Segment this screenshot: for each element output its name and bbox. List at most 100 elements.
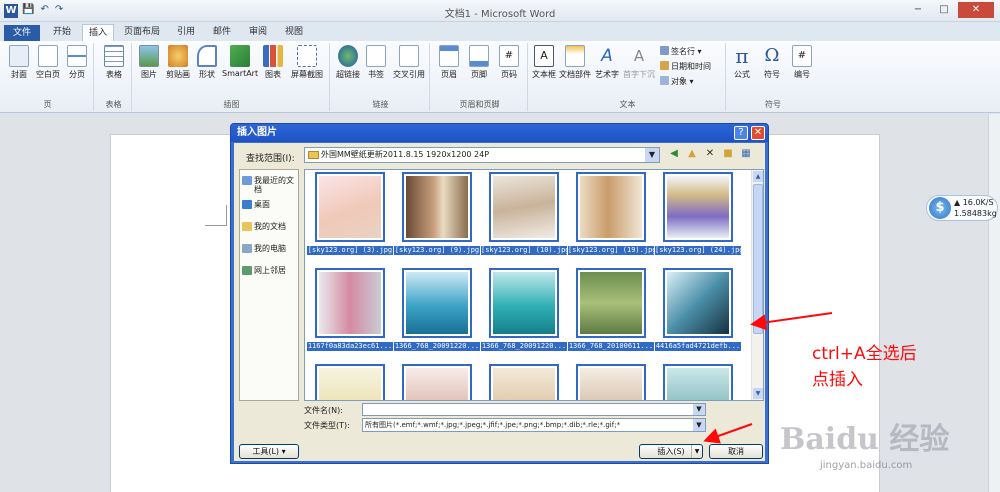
group-symbols: π 公式 Ω 符号 # 编号 符号: [728, 43, 818, 111]
close-button[interactable]: ✕: [958, 2, 994, 18]
wordart-icon: A: [601, 46, 613, 66]
window-title: 文档1 - Microsoft Word: [444, 9, 556, 20]
group-label-table: 表格: [105, 100, 122, 109]
scroll-up-icon[interactable]: ▲: [753, 171, 763, 182]
thumbnail-image: [319, 368, 381, 400]
up-folder-icon[interactable]: ▲: [686, 148, 698, 160]
new-folder-icon[interactable]: ■: [722, 148, 734, 160]
cover-page-button[interactable]: 封面: [6, 45, 32, 80]
tab-review[interactable]: 审阅: [242, 24, 274, 41]
cross-reference-button[interactable]: 交叉引用: [390, 45, 428, 80]
insert-button[interactable]: 插入(S) ▼: [639, 444, 703, 459]
maximize-button[interactable]: □: [932, 2, 956, 18]
file-name: 1366_768_20100611...: [568, 342, 654, 351]
picture-button[interactable]: 图片: [136, 45, 162, 80]
group-header-footer: 页眉 页脚 # 页码 页眉和页脚: [432, 43, 528, 111]
tools-button[interactable]: 工具(L) ▾: [239, 444, 299, 459]
blank-page-icon: [38, 45, 58, 67]
numbering-button[interactable]: # 编号: [788, 45, 816, 80]
back-icon[interactable]: ◀: [668, 148, 680, 160]
page-break-button[interactable]: 分页: [64, 45, 90, 80]
tab-home[interactable]: 开始: [46, 24, 78, 41]
filetype-select[interactable]: 所有图片(*.emf;*.wmf;*.jpg;*.jpeg;*.jfif;*.j…: [362, 418, 706, 432]
cross-reference-icon: [399, 45, 419, 67]
annotation-text: ctrl+A全选后 点插入: [812, 341, 917, 393]
filename-label: 文件名(N):: [304, 406, 343, 415]
chevron-down-icon[interactable]: ▼: [645, 148, 659, 162]
file-name: [sky123.org] (9).jpg: [394, 246, 480, 255]
place-desktop[interactable]: 桌面: [242, 200, 298, 209]
filename-field[interactable]: ▼: [362, 403, 706, 416]
place-my-computer[interactable]: 我的电脑: [242, 244, 298, 253]
delete-icon[interactable]: ✕: [704, 148, 716, 160]
object-button[interactable]: 对象 ▾: [660, 76, 694, 87]
hyperlink-button[interactable]: 超链接: [334, 45, 362, 80]
thumbnail: [576, 172, 646, 242]
signature-line-button[interactable]: 签名行 ▾: [660, 46, 702, 57]
file-list[interactable]: [sky123.org] (3).jpg [sky123.org] (9).jp…: [304, 169, 764, 401]
wordart-button[interactable]: A 艺术字: [592, 45, 622, 80]
clip-art-button[interactable]: 剪贴画: [164, 45, 192, 80]
insert-dropdown-icon[interactable]: ▼: [691, 445, 702, 458]
my-computer-icon: [242, 244, 252, 253]
drop-cap-button[interactable]: A 首字下沉: [622, 45, 656, 80]
bookmark-icon: [366, 45, 386, 67]
thumbnail: [663, 364, 733, 400]
scroll-down-icon[interactable]: ▼: [753, 388, 763, 399]
thumbnail-image: [493, 368, 555, 400]
thumbnail-image: [406, 368, 468, 400]
bookmark-button[interactable]: 书签: [364, 45, 388, 80]
help-button[interactable]: ?: [734, 126, 748, 140]
places-bar: 我最近的文档 桌面 我的文档 我的电脑 网上邻居: [239, 169, 299, 401]
chart-button[interactable]: 图表: [260, 45, 286, 80]
chevron-down-icon[interactable]: ▼: [693, 404, 705, 415]
group-illustrations: 图片 剪贴画 形状 SmartArt 图表 屏幕截图 插图: [134, 43, 330, 111]
cancel-button[interactable]: 取消: [709, 444, 763, 459]
text-box-button[interactable]: A 文本框: [530, 45, 558, 80]
scroll-thumb[interactable]: [753, 184, 763, 334]
place-my-documents[interactable]: 我的文档: [242, 222, 298, 231]
shapes-button[interactable]: 形状: [194, 45, 220, 80]
tab-references[interactable]: 引用: [170, 24, 202, 41]
date-time-button[interactable]: 日期和时间: [660, 61, 711, 72]
equation-button[interactable]: π 公式: [728, 45, 756, 80]
page-number-icon: #: [499, 45, 519, 67]
signature-icon: [660, 46, 669, 55]
place-network[interactable]: 网上邻居: [242, 266, 298, 275]
chevron-down-icon[interactable]: ▼: [693, 419, 705, 431]
thumbnail: [402, 268, 472, 338]
blank-page-button[interactable]: 空白页: [34, 45, 62, 80]
table-button[interactable]: 表格: [100, 45, 128, 80]
lookin-select[interactable]: 外国MM壁纸更新2011.8.15 1920x1200 24P ▼: [304, 147, 660, 163]
place-recent[interactable]: 我最近的文档: [242, 176, 298, 194]
title-bar: W 💾 ↶ ↷ 文档1 - Microsoft Word − □ ✕: [0, 0, 1000, 22]
group-label-text: 文本: [619, 100, 636, 109]
tab-insert[interactable]: 插入: [82, 24, 114, 41]
tab-view[interactable]: 视图: [278, 24, 310, 41]
net-speed-widget[interactable]: $ ▲ 16.0K/S 1.58483kg: [926, 195, 998, 221]
pi-icon: π: [735, 44, 749, 68]
page-number-button[interactable]: # 页码: [496, 45, 522, 80]
tab-page-layout[interactable]: 页面布局: [120, 24, 164, 41]
minimize-button[interactable]: −: [906, 2, 930, 18]
tab-file[interactable]: 文件: [4, 25, 40, 41]
file-list-scrollbar[interactable]: ▲ ▼: [751, 170, 763, 400]
file-name: [sky123.org] (3).jpg: [307, 246, 393, 255]
symbol-button[interactable]: Ω 符号: [758, 45, 786, 80]
upload-speed: ▲ 16.0K/S: [954, 198, 994, 207]
object-icon: [660, 76, 669, 85]
thumbnail-image: [580, 176, 642, 238]
smartart-button[interactable]: SmartArt: [222, 45, 258, 78]
views-icon[interactable]: ▦: [740, 148, 752, 160]
calendar-icon: [660, 61, 669, 70]
footer-icon: [469, 45, 489, 67]
dialog-close-button[interactable]: ✕: [751, 126, 765, 140]
screenshot-button[interactable]: 屏幕截图: [288, 45, 326, 80]
header-button[interactable]: 页眉: [436, 45, 462, 80]
group-text: A 文本框 文档部件 A 艺术字 A 首字下沉 签名行 ▾ 日期和时间 对象 ▾ 文本: [530, 43, 726, 111]
footer-button[interactable]: 页脚: [466, 45, 492, 80]
text-box-icon: A: [534, 45, 554, 67]
tab-mailings[interactable]: 邮件: [206, 24, 238, 41]
thumbnail-image: [580, 368, 642, 400]
quick-parts-button[interactable]: 文档部件: [558, 45, 592, 80]
